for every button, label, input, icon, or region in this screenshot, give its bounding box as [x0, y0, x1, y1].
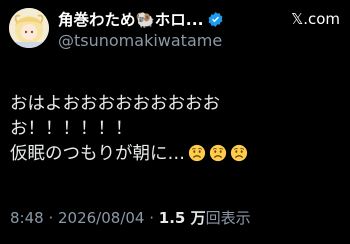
avatar-image [9, 8, 49, 48]
worried-face-icon [230, 144, 248, 162]
x-brand-label: 𝕏.com [291, 10, 340, 28]
meta-separator: · [144, 209, 159, 227]
tweet-card: 角巻わため🐏ホロ... @tsunomakiwatame 𝕏.com おはよおお… [0, 0, 350, 244]
tweet-line-with-emoji: 仮眠のつもりが朝に… [10, 142, 340, 167]
tweet-date[interactable]: 2026/08/04 [58, 209, 144, 227]
tweet-line: おはよおおおおおおおおお [10, 94, 220, 114]
views-count: 1.5 万 [158, 209, 206, 227]
author-name-row[interactable]: 角巻わため🐏ホロ... [58, 9, 224, 29]
tweet-text: おはよおおおおおおおおお お！！！！！！ 仮眠のつもりが朝に… [10, 92, 340, 167]
views-label: 回表示 [205, 209, 251, 227]
worried-face-icon [209, 144, 227, 162]
author-handle[interactable]: @tsunomakiwatame [58, 31, 222, 50]
tweet-line: 仮眠のつもりが朝に… [10, 144, 185, 164]
meta-separator: · [43, 209, 58, 227]
verified-badge-icon [207, 11, 224, 28]
avatar[interactable] [9, 8, 49, 48]
tweet-meta: 8:48 · 2026/08/04 · 1.5 万回表示 [10, 207, 251, 228]
x-brand[interactable]: 𝕏.com [291, 10, 340, 28]
worried-face-icon [188, 144, 206, 162]
author-name[interactable]: 角巻わため🐏ホロ... [58, 8, 203, 30]
tweet-time[interactable]: 8:48 [10, 209, 44, 227]
tweet-line: お！！！！！！ [10, 119, 133, 139]
